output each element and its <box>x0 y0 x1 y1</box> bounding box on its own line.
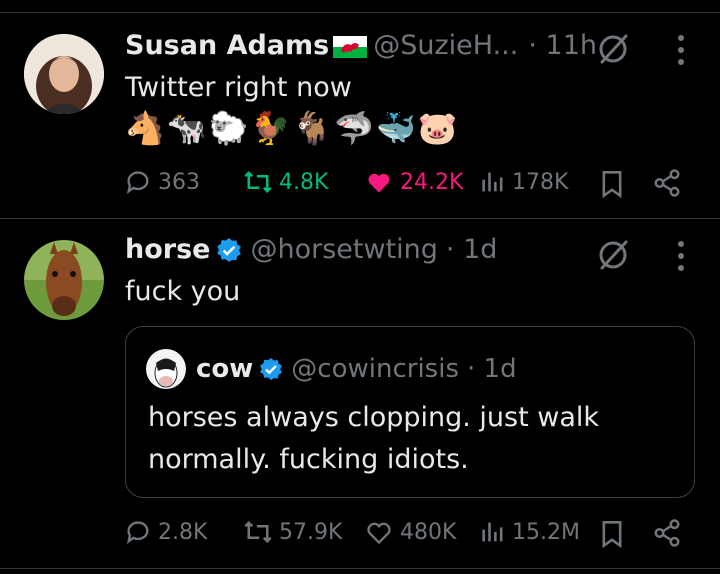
more-options-icon[interactable] <box>676 32 686 68</box>
tweet-susan[interactable]: Susan Adams @SuzieH... · 11h Twitter rig… <box>0 0 720 218</box>
pig-emoji: 🐷 <box>417 109 458 147</box>
reply-count: 363 <box>158 169 200 195</box>
rooster-emoji: 🐓 <box>250 109 291 147</box>
horse-emoji: 🐴 <box>125 109 165 147</box>
views-button[interactable]: 178K <box>480 168 568 196</box>
handle[interactable]: @SuzieH... <box>373 30 518 61</box>
grok-icon[interactable] <box>596 238 630 272</box>
bottom-divider <box>0 568 720 569</box>
verified-badge-icon <box>217 237 242 262</box>
heart-filled-icon <box>368 173 390 193</box>
retweet-count: 4.8K <box>279 169 329 195</box>
bookmark-icon[interactable] <box>600 170 624 198</box>
share-icon[interactable] <box>652 518 682 548</box>
retweet-button[interactable]: 57.9K <box>243 518 342 546</box>
retweet-icon <box>244 520 272 544</box>
reply-icon <box>126 521 149 545</box>
quoted-avatar[interactable] <box>146 349 186 389</box>
tweet-text: Twitter right now <box>125 72 352 103</box>
views-button[interactable]: 15.2M <box>480 518 580 546</box>
reply-button[interactable]: 363 <box>124 168 200 196</box>
tweet-horse[interactable]: horse @horsetwting · 1d fuck you cow @co… <box>0 218 720 558</box>
retweet-count: 57.9K <box>279 519 343 545</box>
goat-emoji: 🐐 <box>292 109 333 147</box>
reply-count: 2.8K <box>158 519 208 545</box>
retweet-button[interactable]: 4.8K <box>243 168 328 196</box>
heart-icon <box>367 522 391 545</box>
views-icon <box>482 172 503 192</box>
view-count: 15.2M <box>512 519 580 545</box>
quoted-handle[interactable]: @cowincrisis <box>291 354 459 384</box>
avatar[interactable] <box>24 240 104 320</box>
like-count: 480K <box>400 519 457 545</box>
share-icon[interactable] <box>652 168 682 198</box>
views-icon <box>482 522 503 542</box>
emoji-row: 🐴 🐄 🐑 🐓 🐐 🦈 🐳 🐷 <box>125 112 458 144</box>
quoted-text: horses always clopping. just walk normal… <box>148 402 600 475</box>
more-options-icon[interactable] <box>676 238 686 274</box>
retweet-icon <box>244 170 272 194</box>
like-count: 24.2K <box>400 169 464 195</box>
tweet-text: fuck you <box>125 276 241 307</box>
like-button[interactable]: 480K <box>364 518 456 546</box>
verified-badge-icon <box>260 358 283 380</box>
quoted-display-name[interactable]: cow <box>196 354 253 384</box>
quoted-timestamp[interactable]: · 1d <box>467 354 517 384</box>
cow-emoji: 🐄 <box>166 109 207 147</box>
display-name[interactable]: Susan Adams <box>125 30 329 61</box>
timestamp[interactable]: · 11h <box>528 30 597 61</box>
bookmark-icon[interactable] <box>600 520 624 548</box>
display-name[interactable]: horse <box>125 234 210 265</box>
whale-emoji: 🐳 <box>376 109 416 147</box>
view-count: 178K <box>512 169 569 195</box>
wales-flag-icon <box>333 35 368 58</box>
avatar[interactable] <box>24 34 104 114</box>
like-button[interactable]: 24.2K <box>364 168 463 196</box>
sheep-emoji: 🐑 <box>208 109 249 147</box>
quoted-tweet[interactable]: cow @cowincrisis · 1d horses always clop… <box>125 326 695 498</box>
grok-icon[interactable] <box>596 32 630 66</box>
reply-icon <box>126 171 149 195</box>
reply-button[interactable]: 2.8K <box>124 518 207 546</box>
shark-emoji: 🦈 <box>334 109 375 147</box>
timestamp[interactable]: · 1d <box>446 234 497 265</box>
handle[interactable]: @horsetwting <box>250 234 437 265</box>
